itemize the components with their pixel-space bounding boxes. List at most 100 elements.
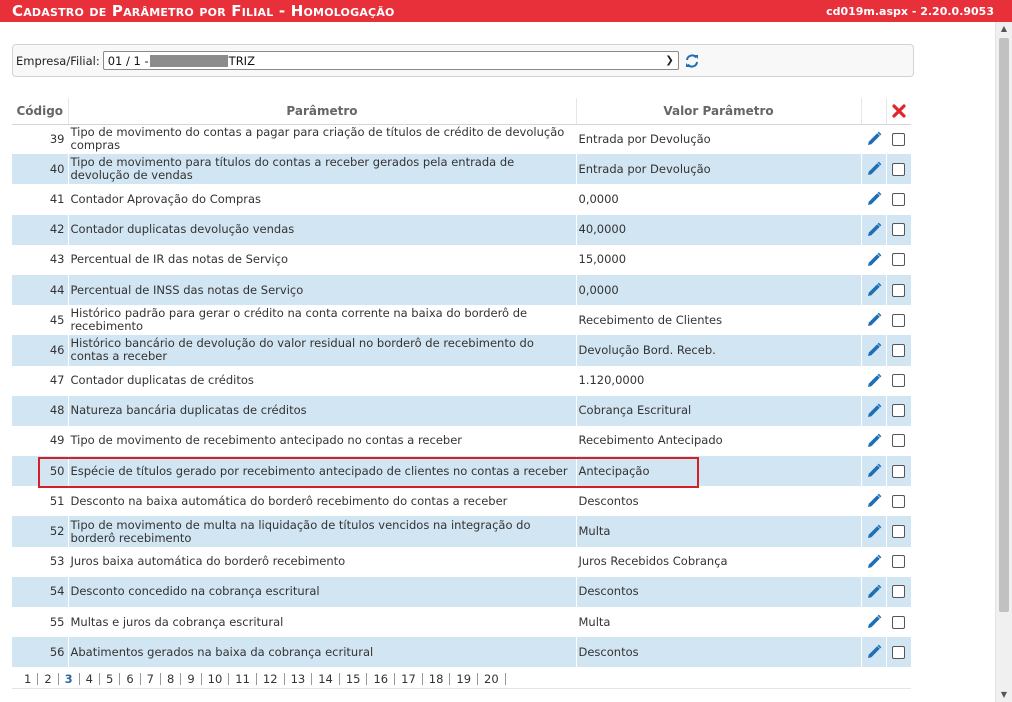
pencil-icon[interactable]: [866, 342, 882, 358]
pencil-icon[interactable]: [866, 191, 882, 207]
row-checkbox[interactable]: [892, 645, 906, 659]
page-link[interactable]: 11: [229, 672, 257, 685]
cell-edit: [861, 516, 887, 547]
row-checkbox[interactable]: [892, 525, 906, 539]
table-row[interactable]: 56 Abatimentos gerados na baixa da cobran…: [12, 637, 911, 668]
pencil-icon[interactable]: [866, 584, 882, 600]
table-row[interactable]: 47 Contador duplicatas de créditos 1.120,0…: [12, 365, 911, 396]
cell-select: [886, 124, 911, 155]
cell-edit: [861, 274, 887, 306]
cell-parameter: Multas e juros da cobrança escritural: [68, 607, 577, 638]
page-link[interactable]: 14: [312, 672, 340, 685]
page-link[interactable]: 17: [395, 672, 423, 685]
cell-code: 44: [12, 274, 69, 306]
pencil-icon[interactable]: [866, 373, 882, 389]
page-link[interactable]: 3: [59, 672, 80, 685]
cell-select: [886, 365, 911, 396]
row-checkbox[interactable]: [892, 253, 906, 267]
page-link[interactable]: 18: [423, 672, 451, 685]
page-link[interactable]: 5: [100, 672, 121, 685]
table-row[interactable]: 50 Espécie de títulos gerado por recebime…: [12, 456, 911, 487]
page-link[interactable]: 15: [340, 672, 368, 685]
column-header-parameter[interactable]: Parâmetro: [68, 98, 577, 125]
table-row[interactable]: 45 Histórico padrão para gerar o crédito …: [12, 305, 911, 336]
table-row[interactable]: 42 Contador duplicatas devolução vendas 40…: [12, 214, 911, 245]
pencil-icon[interactable]: [866, 403, 882, 419]
table-row[interactable]: 39 Tipo de movimento do contas a pagar pa…: [12, 124, 911, 155]
pencil-icon[interactable]: [866, 312, 882, 328]
pencil-icon[interactable]: [866, 554, 882, 570]
page-link[interactable]: 13: [285, 672, 313, 685]
page-link[interactable]: 4: [80, 672, 100, 685]
pencil-icon[interactable]: [866, 644, 882, 660]
page-link[interactable]: 20: [478, 672, 506, 685]
table-row[interactable]: 40 Tipo de movimento para títulos do cont…: [12, 154, 911, 185]
row-checkbox[interactable]: [892, 555, 906, 569]
row-checkbox[interactable]: [892, 434, 906, 448]
refresh-icon[interactable]: [684, 53, 700, 69]
row-checkbox[interactable]: [892, 585, 906, 599]
pencil-icon[interactable]: [866, 131, 882, 147]
cell-value: 40,0000: [576, 214, 862, 245]
page-link[interactable]: 7: [141, 672, 161, 685]
pencil-icon[interactable]: [866, 614, 882, 630]
page-link[interactable]: 10: [202, 672, 230, 685]
scroll-down-icon[interactable]: ▼: [996, 688, 1012, 702]
column-header-value[interactable]: Valor Parâmetro: [576, 98, 862, 125]
pencil-icon[interactable]: [866, 222, 882, 238]
table-row[interactable]: 55 Multas e juros da cobrança escritural M…: [12, 607, 911, 638]
page-link[interactable]: 16: [367, 672, 396, 685]
table-row[interactable]: 51 Desconto na baixa automática do border…: [12, 486, 911, 517]
cell-value: Cobrança Escritural: [576, 395, 862, 426]
pencil-icon[interactable]: [866, 252, 882, 268]
row-checkbox[interactable]: [892, 162, 906, 176]
row-checkbox[interactable]: [892, 404, 906, 418]
row-checkbox[interactable]: [892, 132, 906, 146]
pencil-icon[interactable]: [866, 282, 882, 298]
pencil-icon[interactable]: [866, 463, 882, 479]
delete-icon[interactable]: [892, 104, 906, 118]
cell-code: 42: [12, 214, 69, 245]
row-checkbox[interactable]: [892, 343, 906, 357]
page-link[interactable]: 1: [12, 672, 39, 685]
cell-parameter: Espécie de títulos gerado por recebiment…: [68, 456, 577, 487]
row-checkbox[interactable]: [892, 464, 906, 478]
cell-code: 41: [12, 184, 69, 215]
row-checkbox[interactable]: [892, 192, 906, 206]
page-link[interactable]: 2: [38, 672, 59, 685]
row-checkbox[interactable]: [892, 615, 906, 629]
pencil-icon[interactable]: [866, 493, 882, 509]
pencil-icon[interactable]: [866, 524, 882, 540]
table-row[interactable]: 54 Desconto concedido na cobrança escritu…: [12, 576, 911, 607]
row-checkbox[interactable]: [892, 374, 906, 388]
table-row[interactable]: 41 Contador Aprovação do Compras 0,0000: [12, 184, 911, 215]
table-row[interactable]: 48 Natureza bancária duplicatas de crédit…: [12, 395, 911, 426]
table-row[interactable]: 43 Percentual de IR das notas de Serviço 1…: [12, 244, 911, 275]
pencil-icon[interactable]: [866, 161, 882, 177]
page-link[interactable]: 12: [257, 672, 285, 685]
column-header-code[interactable]: Código: [12, 98, 69, 125]
table-row[interactable]: 53 Juros baixa automática do borderô rece…: [12, 546, 911, 577]
row-checkbox[interactable]: [892, 313, 906, 327]
pencil-icon[interactable]: [866, 433, 882, 449]
scroll-up-icon[interactable]: ▲: [996, 22, 1012, 36]
cell-code: 52: [12, 516, 69, 547]
table-row[interactable]: 49 Tipo de movimento de recebimento antec…: [12, 425, 911, 457]
row-checkbox[interactable]: [892, 223, 906, 237]
cell-edit: [861, 335, 887, 366]
page-link[interactable]: 9: [181, 672, 202, 685]
company-branch-select[interactable]: 01 / 1 - TRIZ ❯: [102, 51, 679, 70]
vertical-scrollbar[interactable]: ▲ ▼: [995, 22, 1012, 702]
page-link[interactable]: 19: [450, 672, 479, 685]
table-row[interactable]: 52 Tipo de movimento de multa na liquidaç…: [12, 516, 911, 547]
cell-code: 49: [12, 425, 69, 457]
table-row[interactable]: 44 Percentual de INSS das notas de Serviç…: [12, 274, 911, 306]
row-checkbox[interactable]: [892, 283, 906, 297]
cell-parameter: Percentual de IR das notas de Serviço: [68, 244, 577, 275]
row-checkbox[interactable]: [892, 494, 906, 508]
table-row[interactable]: 46 Histórico bancário de devolução do val…: [12, 335, 911, 366]
scrollbar-thumb[interactable]: [999, 38, 1009, 612]
page-link[interactable]: 6: [120, 672, 141, 685]
page-link[interactable]: 8: [161, 672, 182, 685]
filter-panel: Empresa/Filial: 01 / 1 - TRIZ ❯: [12, 44, 914, 77]
